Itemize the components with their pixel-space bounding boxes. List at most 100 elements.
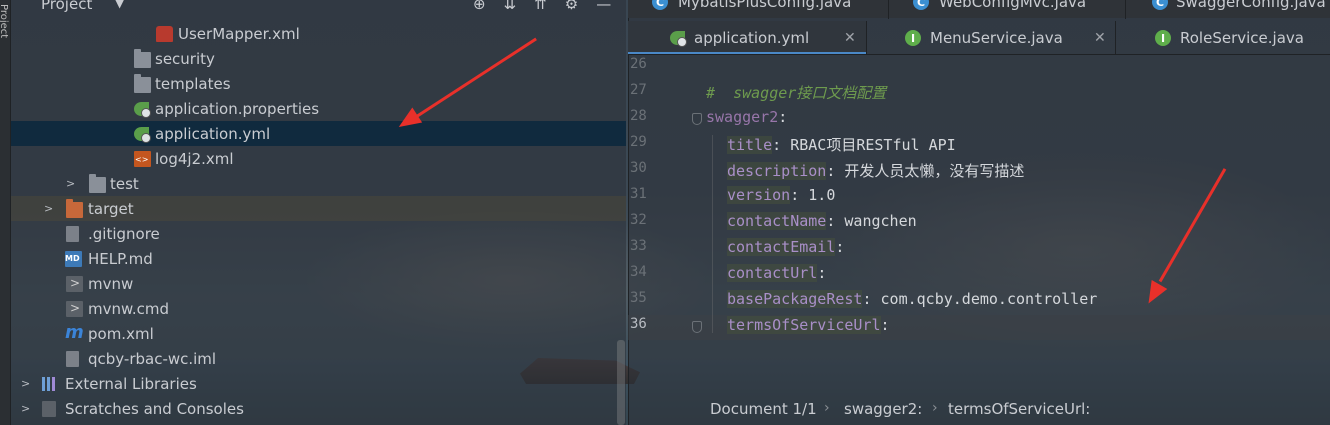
tree-item-label: security bbox=[155, 49, 215, 68]
yaml-sep: : bbox=[826, 162, 845, 180]
tree-item-mvnw[interactable]: mvnw bbox=[11, 271, 626, 296]
line-number: 34 bbox=[630, 264, 647, 280]
chevron-right-icon[interactable]: > bbox=[44, 202, 53, 215]
folder-icon bbox=[134, 49, 151, 68]
tree-item-usermapper[interactable]: UserMapper.xml bbox=[11, 21, 626, 46]
chevron-right-icon[interactable]: > bbox=[21, 402, 30, 415]
project-toolbar: ⊕ ⇊ ⇈ ⚙ — bbox=[473, 0, 611, 13]
code-line[interactable]: contactEmail: bbox=[727, 238, 844, 256]
tree-item-target[interactable]: > target bbox=[11, 196, 626, 221]
breadcrumb-item[interactable]: swagger2: bbox=[844, 400, 922, 418]
fold-marker-icon[interactable] bbox=[692, 321, 702, 333]
yaml-sep: : bbox=[880, 316, 890, 334]
tree-item-external-libraries[interactable]: > External Libraries bbox=[11, 371, 626, 396]
code-comment[interactable]: # swagger接口文档配置 bbox=[706, 82, 886, 103]
folder-icon bbox=[89, 174, 106, 193]
code-line[interactable]: contactUrl: bbox=[727, 264, 826, 282]
yaml-value: 开发人员太懒，没有写描述 bbox=[844, 162, 1025, 180]
mapper-xml-icon bbox=[156, 25, 173, 42]
yaml-key: termsOfServiceUrl bbox=[727, 316, 881, 334]
yaml-key: swagger2 bbox=[706, 108, 779, 126]
spring-config-icon bbox=[670, 31, 687, 47]
tree-item-application-properties[interactable]: application.properties bbox=[11, 96, 626, 121]
code-line[interactable]: contactName: wangchen bbox=[727, 212, 917, 230]
code-line[interactable]: swagger2: bbox=[706, 108, 787, 126]
line-number: 28 bbox=[630, 108, 647, 124]
tab-label: application.yml bbox=[694, 29, 810, 47]
line-number: 27 bbox=[630, 82, 647, 98]
project-panel-header: Project ▼ ⊕ ⇊ ⇈ ⚙ — bbox=[11, 0, 626, 18]
tree-item-label: qcby-rbac-wc.iml bbox=[88, 349, 217, 368]
tree-item-log4j2[interactable]: log4j2.xml bbox=[11, 146, 626, 171]
tab-swaggerconfig[interactable]: C SwaggerConfig.java bbox=[1126, 0, 1330, 19]
line-number: 30 bbox=[630, 160, 647, 176]
tab-label: MenuService.java bbox=[930, 29, 1063, 47]
tree-item-templates[interactable]: templates bbox=[11, 71, 626, 96]
indent-guide bbox=[712, 135, 713, 333]
libraries-icon bbox=[41, 376, 58, 392]
tree-item-label: test bbox=[110, 174, 139, 193]
code-line[interactable]: basePackageRest: com.qcby.demo.controlle… bbox=[727, 290, 1097, 308]
tab-mybatisplusconfig[interactable]: C MybatisPlusConfig.java bbox=[628, 0, 889, 19]
yaml-key: version bbox=[727, 186, 791, 204]
document-indicator[interactable]: Document 1/1 bbox=[710, 400, 817, 418]
tree-item-label: log4j2.xml bbox=[155, 149, 234, 168]
spring-config-icon bbox=[134, 102, 151, 118]
cmd-file-icon bbox=[66, 301, 83, 317]
tree-item-scratches[interactable]: > Scratches and Consoles bbox=[11, 396, 626, 421]
line-number: 29 bbox=[630, 134, 647, 150]
project-tool-button[interactable]: Project bbox=[0, 4, 9, 38]
iml-file-icon bbox=[66, 351, 79, 367]
tree-item-label: mvnw.cmd bbox=[88, 299, 170, 318]
locate-icon[interactable]: ⊕ bbox=[473, 0, 486, 13]
project-scrollbar[interactable] bbox=[617, 340, 625, 425]
chevron-right-icon[interactable]: > bbox=[66, 177, 75, 190]
yaml-key: description bbox=[727, 162, 827, 180]
tree-item-label: application.yml bbox=[155, 124, 271, 143]
yaml-value: RBAC项目RESTful API bbox=[790, 136, 956, 154]
yaml-key: contactEmail bbox=[727, 238, 836, 256]
class-icon: C bbox=[913, 0, 929, 10]
tab-roleservice[interactable]: I RoleService.java bbox=[1116, 21, 1330, 55]
chevron-down-icon[interactable]: ▼ bbox=[115, 0, 124, 10]
expand-all-icon[interactable]: ⇊ bbox=[504, 0, 517, 13]
tree-item-label: application.properties bbox=[155, 99, 320, 118]
chevron-right-icon[interactable]: > bbox=[21, 377, 30, 390]
tree-item-label: UserMapper.xml bbox=[178, 24, 300, 43]
tree-item-label: target bbox=[88, 199, 134, 218]
minimize-icon[interactable]: — bbox=[596, 0, 611, 13]
fold-marker-icon[interactable] bbox=[692, 113, 702, 125]
collapse-all-icon[interactable]: ⇈ bbox=[534, 0, 547, 13]
code-line[interactable]: version: 1.0 bbox=[727, 186, 835, 204]
yaml-key: title bbox=[727, 136, 773, 154]
tree-item-test[interactable]: > test bbox=[11, 171, 626, 196]
tree-item-help-md[interactable]: HELP.md bbox=[11, 246, 626, 271]
tab-application-yml[interactable]: application.yml ✕ bbox=[628, 21, 867, 55]
tree-item-application-yml[interactable]: application.yml bbox=[11, 121, 626, 146]
yaml-sep: : bbox=[817, 264, 827, 282]
yaml-key: basePackageRest bbox=[727, 290, 863, 308]
code-line[interactable]: description: 开发人员太懒，没有写描述 bbox=[727, 160, 1024, 181]
gear-icon[interactable]: ⚙ bbox=[565, 0, 578, 13]
breadcrumb-item[interactable]: termsOfServiceUrl: bbox=[948, 400, 1090, 418]
tab-webconfigmvc[interactable]: C WebConfigMvc.java bbox=[889, 0, 1126, 19]
code-line[interactable]: termsOfServiceUrl: bbox=[727, 316, 890, 334]
tree-item-pom[interactable]: m pom.xml bbox=[11, 321, 626, 346]
tree-item-mvnw-cmd[interactable]: mvnw.cmd bbox=[11, 296, 626, 321]
tree-item-iml[interactable]: qcby-rbac-wc.iml bbox=[11, 346, 626, 371]
tab-label: MybatisPlusConfig.java bbox=[678, 0, 852, 11]
spring-config-icon bbox=[134, 127, 151, 143]
close-icon[interactable]: ✕ bbox=[1094, 30, 1106, 46]
tree-item-label: HELP.md bbox=[88, 249, 153, 268]
tree-item-gitignore[interactable]: .gitignore bbox=[11, 221, 626, 246]
code-line[interactable]: title: RBAC项目RESTful API bbox=[727, 134, 956, 155]
line-number: 35 bbox=[630, 290, 647, 306]
yaml-sep: : bbox=[778, 108, 788, 126]
folder-icon bbox=[134, 74, 151, 93]
folder-icon bbox=[66, 199, 83, 218]
breadcrumb-separator: › bbox=[824, 400, 830, 416]
project-panel-title[interactable]: Project bbox=[41, 0, 92, 13]
tab-menuservice[interactable]: I MenuService.java ✕ bbox=[867, 21, 1116, 55]
close-icon[interactable]: ✕ bbox=[844, 30, 856, 46]
tree-item-security[interactable]: security bbox=[11, 46, 626, 71]
